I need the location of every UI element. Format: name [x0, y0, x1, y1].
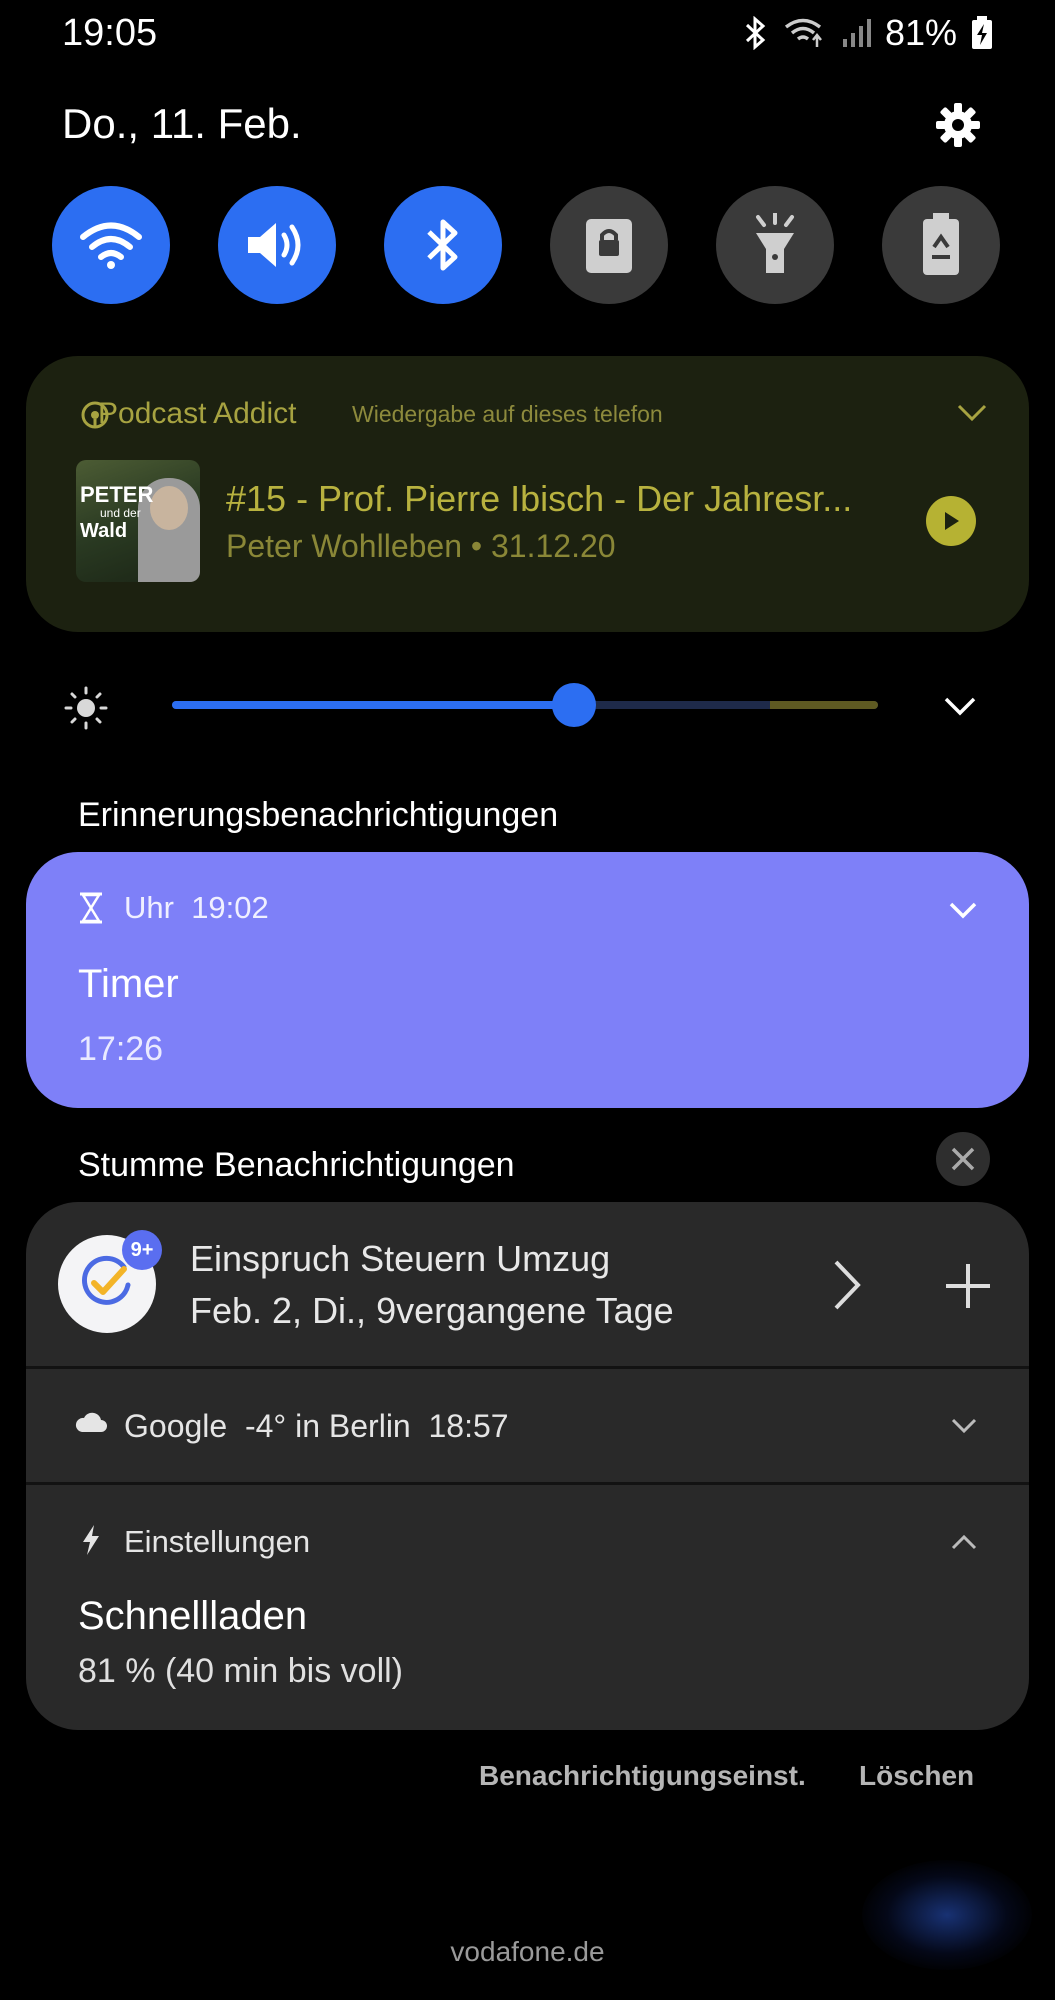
hourglass-icon [80, 892, 102, 924]
clear-all-button[interactable]: Löschen [859, 1760, 974, 1792]
battery-charging-icon [972, 16, 992, 49]
weather-notification-header[interactable]: Google -4° in Berlin 18:57 [124, 1408, 509, 1445]
podcast-artwork[interactable]: PETER und der Wald [76, 460, 200, 582]
timer-notification-header: Uhr 19:02 [124, 890, 269, 926]
battery-percentage: 81% [884, 12, 957, 53]
signal-icon [842, 19, 871, 47]
artwork-text-wald: Wald [80, 520, 128, 542]
brightness-icon [64, 686, 108, 730]
notification-settings-button[interactable]: Benachrichtigungseinst. [479, 1760, 806, 1792]
silent-notifications-group [26, 1202, 1029, 1730]
divider [26, 1366, 1029, 1369]
gear-icon [936, 103, 980, 147]
chevron-down-icon[interactable] [956, 402, 988, 424]
todo-title: Einspruch Steuern Umzug [190, 1238, 611, 1279]
silent-section-header: Stumme Benachrichtigungen [78, 1146, 515, 1184]
lock-icon [586, 219, 632, 273]
battery-recycle-icon [923, 213, 959, 275]
brightness-adaptive-range [770, 701, 878, 709]
settings-button[interactable] [933, 100, 983, 150]
date-label: Do., 11. Feb. [62, 100, 302, 147]
chevron-down-icon[interactable] [948, 900, 978, 920]
divider [26, 1482, 1029, 1485]
toggle-power-saving[interactable] [882, 186, 1000, 304]
toggle-screen-lock[interactable] [550, 186, 668, 304]
timer-value: 17:26 [78, 1030, 164, 1068]
flashlight-icon [756, 213, 794, 273]
play-icon [945, 512, 959, 530]
play-button[interactable] [926, 496, 976, 546]
lightning-icon [83, 1525, 99, 1555]
brightness-thumb[interactable] [552, 683, 597, 727]
weather-app-name: Google [124, 1408, 228, 1444]
status-icons: 81% [743, 12, 993, 54]
chevron-up-icon[interactable] [950, 1532, 978, 1552]
chevron-right-icon[interactable] [830, 1258, 864, 1312]
media-title: #15 - Prof. Pierre Ibisch - Der Jahresr.… [226, 478, 853, 519]
timer-app-name: Uhr [124, 890, 174, 925]
dismiss-silent-button[interactable] [936, 1132, 990, 1186]
toggle-bluetooth[interactable] [384, 186, 502, 304]
weather-text: -4° in Berlin [244, 1408, 411, 1444]
timer-time: 19:02 [191, 890, 269, 925]
charging-subtitle: 81 % (40 min bis voll) [78, 1652, 404, 1690]
weather-time: 18:57 [428, 1408, 509, 1444]
bluetooth-icon [427, 219, 458, 271]
close-icon [951, 1147, 975, 1171]
media-subtitle: Peter Wohlleben • 31.12.20 [226, 528, 616, 564]
bluetooth-icon [745, 16, 766, 50]
media-output-device[interactable]: Wiedergabe auf dieses telefon [352, 401, 663, 428]
plus-icon[interactable] [944, 1262, 992, 1310]
toggle-flashlight[interactable] [716, 186, 834, 304]
toggle-sound[interactable] [218, 186, 336, 304]
media-app-name: Podcast Addict [98, 397, 297, 430]
expand-chevron-icon[interactable] [942, 694, 978, 718]
artwork-text-peter: PETER [80, 482, 154, 507]
timer-title: Timer [78, 962, 179, 1006]
speaker-icon [248, 223, 301, 267]
wifi-icon [80, 222, 142, 269]
artwork-text-und-der: und der [100, 506, 141, 520]
brightness-slider[interactable] [172, 701, 878, 709]
status-time: 19:05 [62, 12, 158, 54]
carrier-label: vodafone.de [450, 1936, 605, 1967]
brightness-fill [172, 701, 575, 709]
charging-title: Schnellladen [78, 1594, 308, 1638]
chevron-down-icon[interactable] [950, 1416, 978, 1436]
toggle-wifi[interactable] [52, 186, 170, 304]
charging-app-name: Einstellungen [124, 1524, 311, 1559]
todo-subtitle: Feb. 2, Di., 9vergangene Tage [190, 1290, 674, 1331]
wifi-calling-icon [784, 18, 822, 47]
todo-count-badge: 9+ [122, 1230, 162, 1270]
cloud-icon [75, 1412, 107, 1432]
reminder-section-header: Erinnerungsbenachrichtigungen [78, 796, 559, 834]
